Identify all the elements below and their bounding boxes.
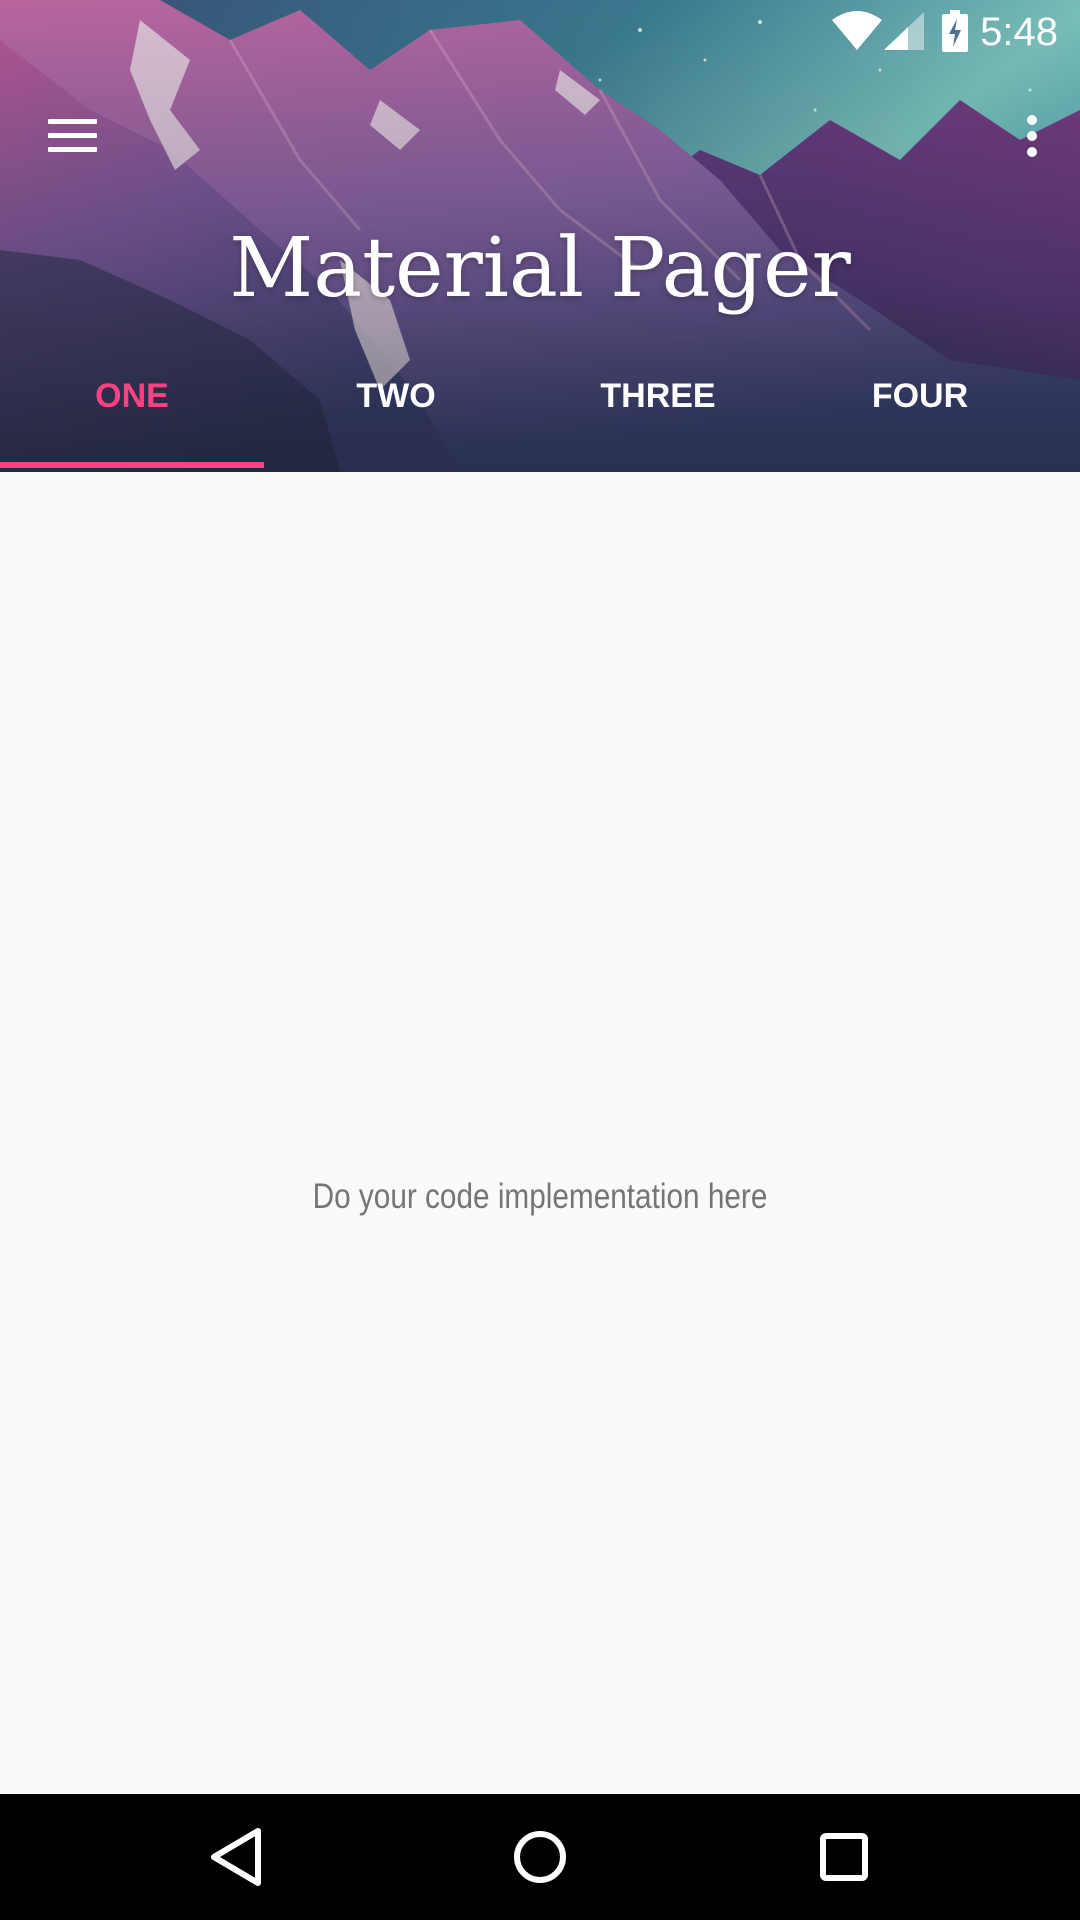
battery-charging-icon (942, 10, 968, 52)
tab-indicator (0, 462, 264, 468)
tab-four[interactable]: FOUR (788, 360, 1052, 472)
status-time: 5:48 (980, 10, 1058, 54)
tab-three[interactable]: THREE (526, 360, 790, 472)
back-icon[interactable] (196, 1817, 276, 1897)
header: 5:48 Material Pager ONE TWO THREE FOUR (0, 0, 1080, 472)
placeholder-message: Do your code implementation here (312, 1177, 768, 1216)
cell-signal-icon (884, 12, 924, 50)
navigation-bar (0, 1794, 1080, 1920)
status-bar: 5:48 (0, 0, 1080, 63)
tab-one[interactable]: ONE (0, 360, 264, 472)
recents-icon[interactable] (804, 1817, 884, 1897)
app-title: Material Pager (229, 221, 851, 316)
hamburger-menu-button[interactable] (24, 100, 120, 172)
wifi-icon (832, 11, 882, 50)
tab-bar: ONE TWO THREE FOUR (0, 360, 1080, 472)
overflow-menu-button[interactable] (996, 100, 1068, 172)
tab-two[interactable]: TWO (264, 360, 528, 472)
home-icon[interactable] (500, 1817, 580, 1897)
app-screen: 5:48 Material Pager ONE TWO THREE FOUR D… (0, 0, 1080, 1920)
page-content: Do your code implementation here (0, 472, 1080, 1794)
